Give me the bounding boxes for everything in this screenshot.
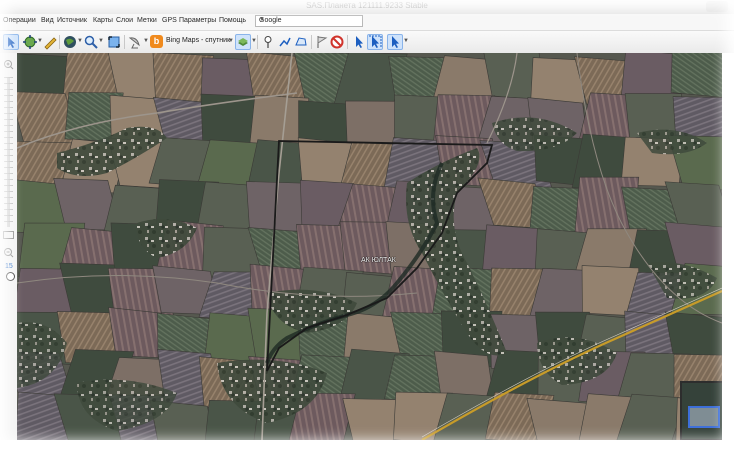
flag-icon	[317, 36, 328, 48]
title-bar: SAS.Планета 121111.9233 Stable	[0, 0, 734, 14]
minimap-viewport[interactable]	[688, 406, 720, 428]
chevron-down-icon[interactable]: ▼	[403, 38, 409, 44]
fullscreen-icon	[108, 36, 120, 48]
chevron-down-icon: ▼	[259, 17, 265, 23]
zoom-ticks	[4, 77, 13, 227]
zoom-out-icon[interactable]	[3, 247, 14, 258]
overview-minimap[interactable]	[680, 381, 722, 440]
search-button[interactable]	[83, 34, 99, 50]
polygon-icon	[295, 37, 307, 46]
chevron-down-icon[interactable]: ▼	[143, 38, 149, 44]
globe-icon	[64, 36, 76, 48]
layers-overlay-button[interactable]	[235, 34, 251, 50]
toolbar: ▼ ▼ ▼ ▼ b Bing Maps - спутник ▼ ▼ ▼	[0, 31, 734, 54]
map-provider-select[interactable]: Google ▼	[255, 15, 363, 27]
zoom-level-text: 15	[5, 263, 13, 270]
menu-operations[interactable]: Операции	[3, 17, 36, 24]
window-edge	[722, 53, 734, 449]
path-icon	[279, 37, 291, 47]
marks-visibility-button[interactable]	[314, 34, 330, 50]
move-tool-button[interactable]	[3, 34, 19, 50]
toolbar-separator	[257, 35, 258, 49]
field-parcel	[481, 224, 541, 276]
pin-icon	[264, 36, 272, 48]
select-cursor-icon	[356, 36, 363, 48]
menu-bar: Операции Вид Источник Карты Слои Метки G…	[0, 14, 734, 31]
menu-marks[interactable]: Метки	[137, 17, 157, 24]
select-poly-button[interactable]	[367, 34, 383, 50]
window-edge	[0, 440, 734, 449]
toolbar-separator	[124, 35, 125, 49]
select-line-button[interactable]	[387, 34, 403, 50]
menu-maps[interactable]: Карты	[93, 17, 113, 24]
globe-button[interactable]	[62, 34, 78, 50]
satellite-button[interactable]	[127, 34, 143, 50]
toolbar-separator	[59, 35, 60, 49]
no-entry-icon	[330, 35, 344, 49]
cursor-icon	[8, 37, 15, 48]
toolbar-separator	[311, 35, 312, 49]
field-parcel	[670, 53, 722, 98]
add-path-button[interactable]	[277, 34, 293, 50]
layer-select-button[interactable]: b Bing Maps - спутник	[150, 34, 234, 50]
window-controls[interactable]	[706, 1, 728, 12]
menu-view[interactable]: Вид	[41, 17, 54, 24]
zoom-tool-button[interactable]	[22, 34, 38, 50]
select-line-icon	[392, 36, 399, 48]
add-mark-button[interactable]	[260, 34, 276, 50]
menu-gps[interactable]: GPS	[162, 17, 177, 24]
fullscreen-button[interactable]	[106, 34, 122, 50]
menu-source[interactable]: Источник	[57, 17, 87, 24]
satellite-imagery[interactable]	[17, 53, 722, 440]
chevron-down-icon[interactable]: ▼	[228, 38, 234, 44]
chevron-down-icon[interactable]: ▼	[98, 38, 104, 44]
zoom-frame-icon	[23, 35, 37, 49]
magnifier-icon	[84, 35, 98, 49]
zoom-sidebar: 15	[0, 53, 18, 449]
bing-icon: b	[150, 35, 163, 48]
menu-layers[interactable]: Слои	[116, 17, 133, 24]
delete-marks-button[interactable]	[329, 34, 345, 50]
toolbar-separator	[347, 35, 348, 49]
select-polygon-icon	[369, 35, 382, 48]
satellite-dish-icon	[128, 37, 140, 49]
zoom-slider-thumb[interactable]	[3, 231, 14, 239]
zoom-in-icon[interactable]	[3, 59, 14, 70]
ruler-tool-button[interactable]	[42, 34, 58, 50]
map-view[interactable]: АК ЮЛТАК	[17, 53, 722, 440]
pencil-icon	[44, 37, 57, 50]
menu-help[interactable]: Помощь	[219, 17, 246, 24]
map-marker-icon[interactable]	[6, 272, 15, 281]
map-place-label: АК ЮЛТАК	[361, 257, 396, 264]
menu-settings[interactable]: Параметры	[179, 17, 216, 24]
layer-label: Bing Maps - спутник	[166, 37, 231, 44]
select-rect-button[interactable]	[351, 34, 367, 50]
window-title: SAS.Планета 121111.9233 Stable	[306, 1, 428, 10]
add-polygon-button[interactable]	[293, 34, 309, 50]
app-window: SAS.Планета 121111.9233 Stable Операции …	[0, 0, 734, 449]
layers-icon	[238, 38, 248, 46]
